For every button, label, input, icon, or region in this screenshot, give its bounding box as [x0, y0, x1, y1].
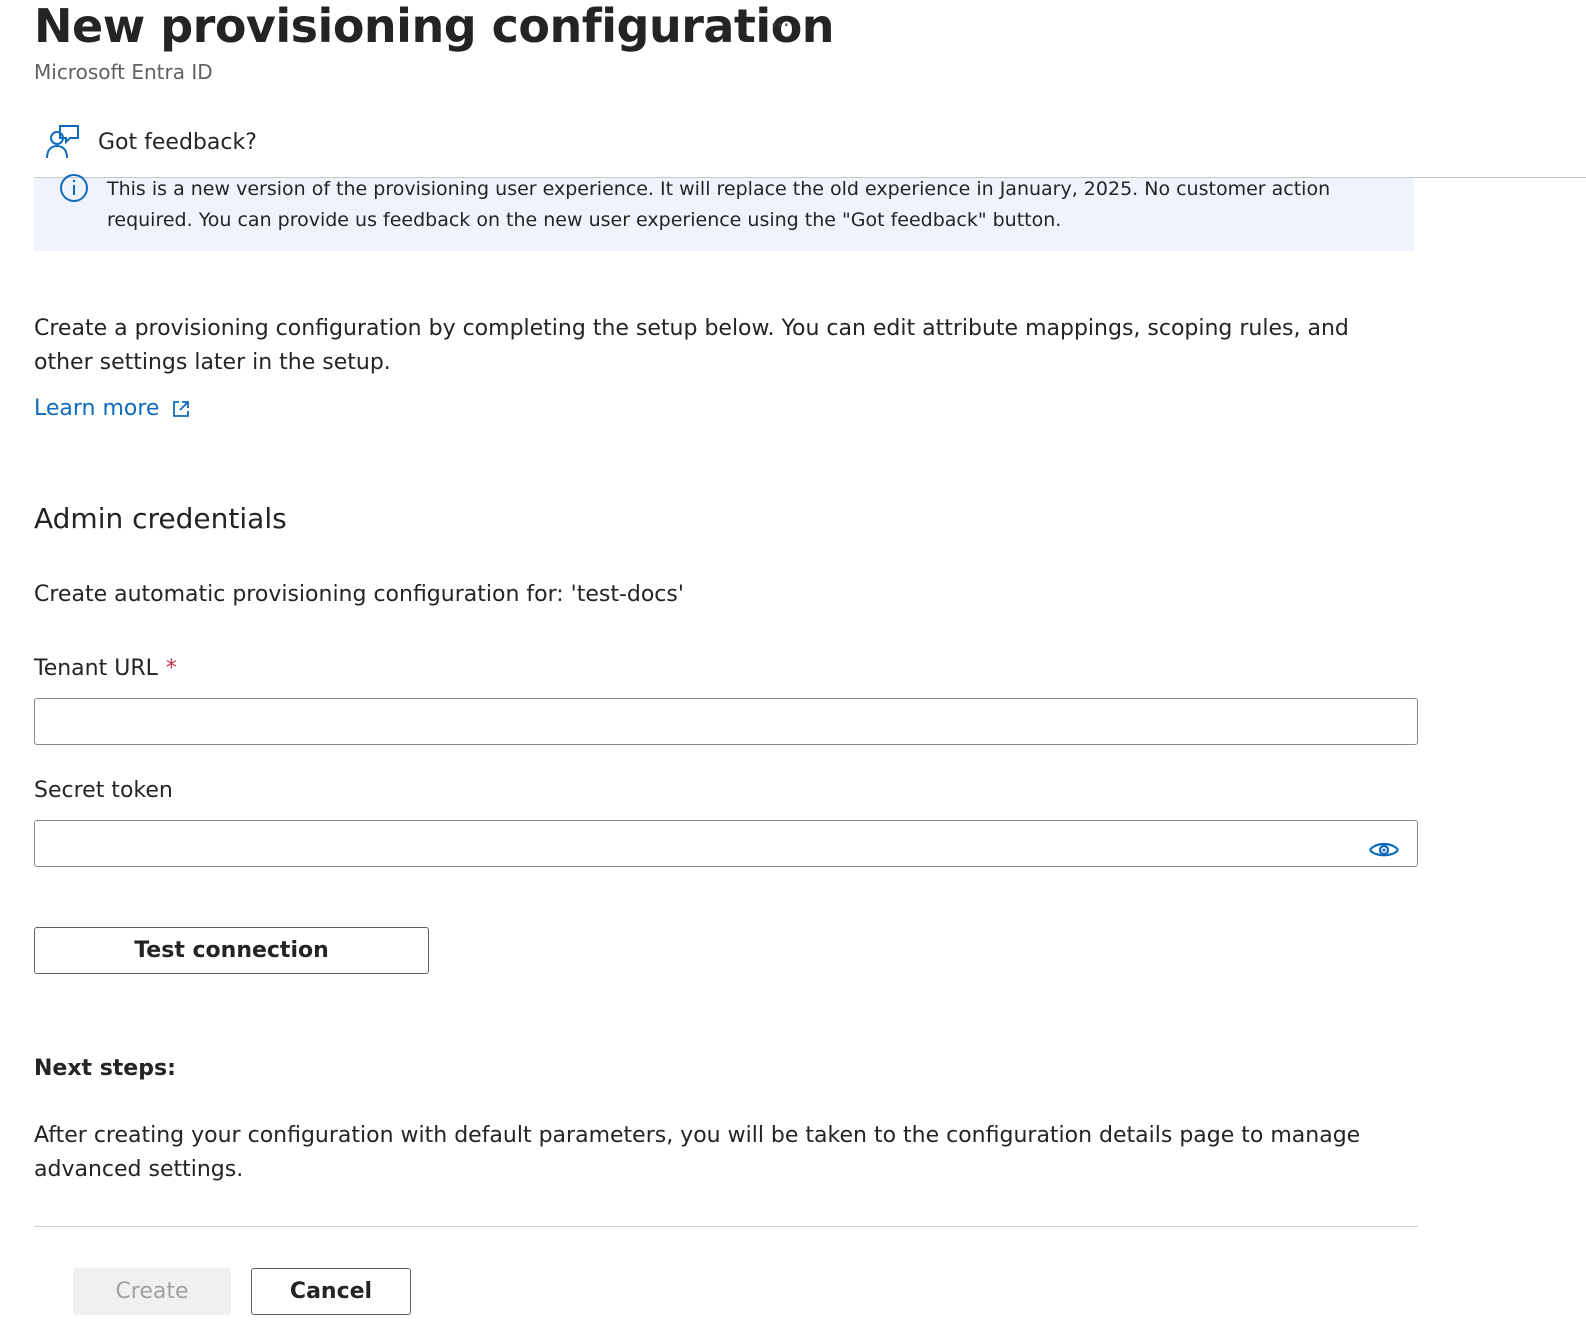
info-banner-text: This is a new version of the provisionin…: [107, 178, 1331, 231]
test-connection-button[interactable]: Test connection: [34, 927, 429, 974]
got-feedback-label: Got feedback?: [98, 129, 257, 155]
page-title: New provisioning configuration: [34, 0, 835, 53]
create-button[interactable]: Create: [73, 1268, 231, 1315]
info-banner: This is a new version of the provisionin…: [34, 174, 1414, 251]
admin-credentials-heading: Admin credentials: [34, 502, 287, 535]
external-link-icon: [159, 399, 191, 419]
next-steps-heading: Next steps:: [34, 1056, 176, 1081]
tenant-url-label-text: Tenant URL: [34, 656, 158, 681]
person-feedback-icon: [46, 124, 80, 160]
cancel-button[interactable]: Cancel: [251, 1268, 411, 1315]
intro-text: Create a provisioning configuration by c…: [34, 316, 1349, 375]
secret-token-label: Secret token: [34, 778, 173, 803]
create-for-text: Create automatic provisioning configurat…: [34, 582, 684, 607]
tenant-url-label: Tenant URL *: [34, 656, 177, 681]
eye-icon: [1368, 839, 1400, 863]
page-subtitle: Microsoft Entra ID: [34, 60, 213, 84]
secret-token-input[interactable]: [34, 820, 1418, 867]
reveal-secret-button[interactable]: [1364, 836, 1404, 866]
learn-more-label: Learn more: [34, 396, 160, 421]
tenant-url-input[interactable]: [34, 698, 1418, 745]
footer-divider: [34, 1226, 1418, 1227]
next-steps-text: After creating your configuration with d…: [34, 1123, 1361, 1182]
info-icon: [58, 172, 90, 208]
got-feedback-button[interactable]: Got feedback?: [46, 120, 257, 164]
required-marker: *: [165, 656, 177, 681]
learn-more-link[interactable]: Learn more: [34, 396, 191, 421]
provisioning-page: New provisioning configuration ··· Micro…: [0, 0, 1586, 1344]
more-options-button[interactable]: ···: [760, 10, 800, 40]
